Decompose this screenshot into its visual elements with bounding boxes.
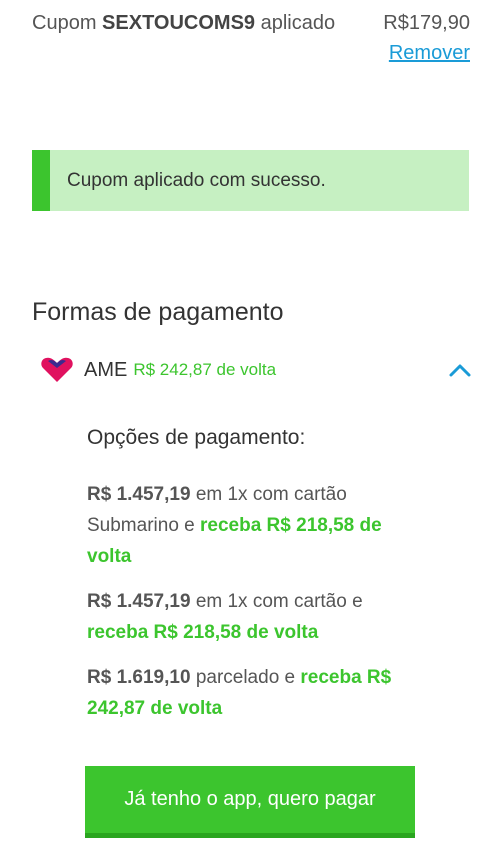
pay-with-app-button[interactable]: Já tenho o app, quero pagar <box>85 766 415 838</box>
option-cashback: receba R$ 218,58 de volta <box>87 622 319 643</box>
payment-options-title: Opções de pagamento: <box>87 426 306 449</box>
coupon-prefix: Cupom <box>32 12 97 34</box>
payment-methods-title: Formas de pagamento <box>32 298 284 326</box>
coupon-value-block: R$179,90 Remover <box>383 12 470 65</box>
coupon-suffix: aplicado <box>260 12 336 34</box>
payment-option: R$ 1.457,19 em 1x com cartão Submarino e… <box>87 479 427 572</box>
coupon-status-text: Cupom SEXTOUCOMS9 aplicado <box>32 12 335 35</box>
remove-coupon-link[interactable]: Remover <box>383 42 470 65</box>
payment-method-name: AME <box>84 358 128 381</box>
option-price: R$ 1.457,19 <box>87 591 191 612</box>
option-price: R$ 1.457,19 <box>87 484 191 505</box>
payment-option: R$ 1.457,19 em 1x com cartão e receba R$… <box>87 586 427 648</box>
coupon-value: R$179,90 <box>383 12 470 34</box>
option-text: em 1x com cartão e <box>195 591 363 612</box>
option-text: parcelado e <box>195 667 296 688</box>
ame-heart-logo-icon <box>41 357 73 382</box>
payment-method-cashback: R$ 242,87 de volta <box>133 360 277 379</box>
payment-option: R$ 1.619,10 parcelado e receba R$ 242,87… <box>87 662 427 724</box>
coupon-code: SEXTOUCOMS9 <box>102 12 256 34</box>
success-alert: Cupom aplicado com sucesso. <box>32 150 469 211</box>
option-price: R$ 1.619,10 <box>87 667 191 688</box>
coupon-summary: Cupom SEXTOUCOMS9 aplicado R$179,90 Remo… <box>32 12 470 65</box>
payment-method-ame[interactable]: AME R$ 242,87 de volta <box>40 354 472 386</box>
alert-message: Cupom aplicado com sucesso. <box>67 169 326 191</box>
chevron-up-icon[interactable] <box>448 362 472 378</box>
